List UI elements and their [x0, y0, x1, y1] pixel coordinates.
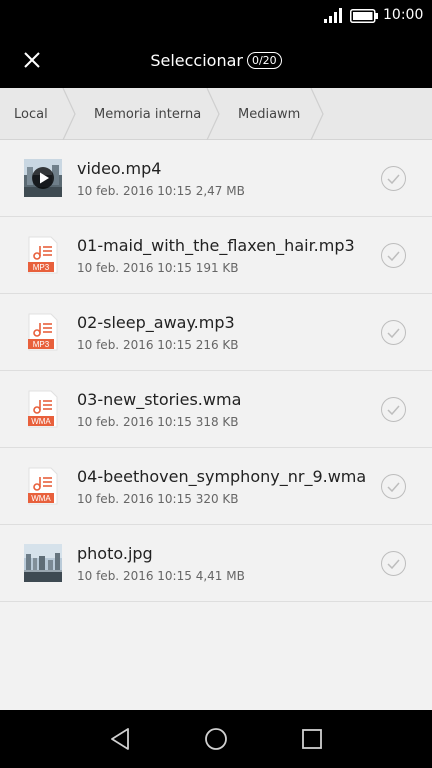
file-meta: 10 feb. 2016 10:15 191 KB [77, 261, 239, 275]
select-checkbox[interactable] [381, 320, 406, 345]
photo-thumbnail-icon [24, 544, 62, 582]
file-name: 01-maid_with_the_flaxen_hair.mp3 [77, 236, 355, 255]
select-checkbox[interactable] [381, 166, 406, 191]
check-icon [387, 251, 400, 261]
audio-file-icon: WMA [28, 390, 58, 428]
close-button[interactable] [14, 42, 50, 78]
page-title: Seleccionar [150, 50, 243, 70]
file-meta: 10 feb. 2016 10:15 320 KB [77, 492, 239, 506]
status-bar: 10:00 [0, 0, 432, 32]
file-type-badge: WMA [31, 417, 51, 426]
file-date: 10 feb. 2016 10:15 [77, 338, 192, 352]
video-thumbnail-icon [24, 159, 62, 197]
file-size: 318 KB [195, 415, 239, 429]
select-checkbox[interactable] [381, 243, 406, 268]
file-type-badge: MP3 [33, 340, 50, 349]
file-size: 4,41 MB [195, 569, 245, 583]
breadcrumb-item-mediawm[interactable]: Mediawm [238, 88, 300, 140]
file-name: 03-new_stories.wma [77, 390, 242, 409]
select-checkbox[interactable] [381, 474, 406, 499]
navigation-bar [0, 710, 432, 768]
file-name: video.mp4 [77, 159, 162, 178]
close-icon [24, 52, 40, 68]
breadcrumb-separator-icon [62, 88, 76, 140]
file-date: 10 feb. 2016 10:15 [77, 569, 192, 583]
breadcrumb-separator-icon [206, 88, 220, 140]
file-meta: 10 feb. 2016 10:15 318 KB [77, 415, 239, 429]
file-row-audio[interactable]: WMA 04-beethoven_symphony_nr_9.wma 10 fe… [0, 448, 432, 525]
breadcrumb-separator-icon [310, 88, 324, 140]
file-date: 10 feb. 2016 10:15 [77, 492, 192, 506]
back-button[interactable] [105, 724, 135, 754]
file-date: 10 feb. 2016 10:15 [77, 184, 192, 198]
recents-square-icon [302, 729, 322, 749]
title-group: Seleccionar 0/20 [0, 32, 432, 88]
battery-icon [350, 9, 378, 23]
select-checkbox[interactable] [381, 397, 406, 422]
file-row-audio[interactable]: WMA 03-new_stories.wma 10 feb. 2016 10:1… [0, 371, 432, 448]
file-meta: 10 feb. 2016 10:15 216 KB [77, 338, 239, 352]
check-icon [387, 328, 400, 338]
breadcrumb-item-memoria-interna[interactable]: Memoria interna [94, 88, 201, 140]
home-circle-icon [205, 728, 227, 750]
audio-file-icon: MP3 [28, 236, 58, 274]
file-date: 10 feb. 2016 10:15 [77, 261, 192, 275]
file-meta: 10 feb. 2016 10:15 4,41 MB [77, 569, 245, 583]
file-size: 191 KB [195, 261, 239, 275]
file-list: video.mp4 10 feb. 2016 10:15 2,47 MB MP3… [0, 140, 432, 602]
check-icon [387, 482, 400, 492]
file-row-audio[interactable]: MP3 01-maid_with_the_flaxen_hair.mp3 10 … [0, 217, 432, 294]
app-bar: Seleccionar 0/20 [0, 32, 432, 88]
breadcrumb-item-local[interactable]: Local [14, 88, 48, 140]
file-type-badge: MP3 [33, 263, 50, 272]
audio-file-icon: WMA [28, 467, 58, 505]
recents-button[interactable] [297, 724, 327, 754]
file-size: 216 KB [195, 338, 239, 352]
file-size: 2,47 MB [195, 184, 245, 198]
file-row-audio[interactable]: MP3 02-sleep_away.mp3 10 feb. 2016 10:15… [0, 294, 432, 371]
check-icon [387, 405, 400, 415]
back-triangle-icon [111, 728, 129, 750]
file-name: 04-beethoven_symphony_nr_9.wma [77, 467, 367, 486]
file-name: 02-sleep_away.mp3 [77, 313, 235, 332]
file-name: photo.jpg [77, 544, 153, 563]
file-date: 10 feb. 2016 10:15 [77, 415, 192, 429]
file-meta: 10 feb. 2016 10:15 2,47 MB [77, 184, 245, 198]
signal-icon [324, 8, 342, 23]
status-time: 10:00 [383, 7, 424, 23]
audio-file-icon: MP3 [28, 313, 58, 351]
selection-count-badge: 0/20 [246, 51, 282, 69]
breadcrumb: Local Memoria interna Mediawm [0, 88, 432, 140]
file-type-badge: WMA [31, 494, 51, 503]
file-row-video[interactable]: video.mp4 10 feb. 2016 10:15 2,47 MB [0, 140, 432, 217]
home-button[interactable] [201, 724, 231, 754]
select-checkbox[interactable] [381, 551, 406, 576]
check-icon [387, 174, 400, 184]
check-icon [387, 559, 400, 569]
file-row-image[interactable]: photo.jpg 10 feb. 2016 10:15 4,41 MB [0, 525, 432, 602]
file-size: 320 KB [195, 492, 239, 506]
